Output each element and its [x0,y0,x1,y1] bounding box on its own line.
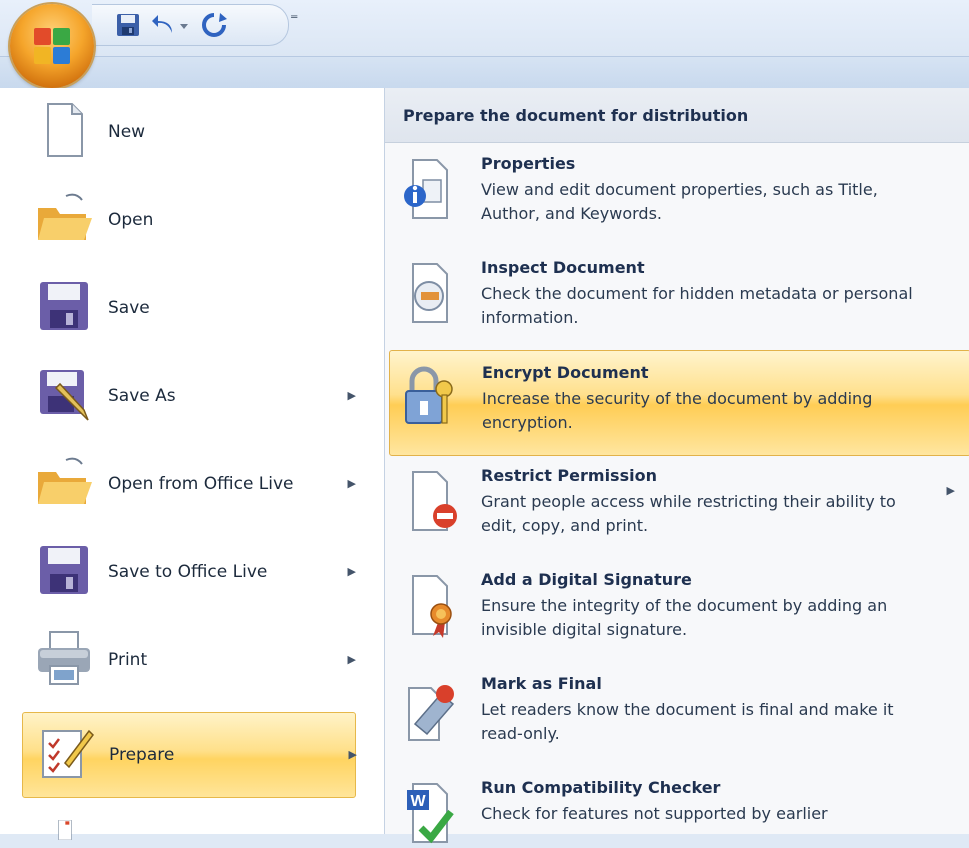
submenu-item-title: Properties [481,154,576,173]
submenu-item-title: Add a Digital Signature [481,570,692,589]
printer-icon [38,631,90,685]
office-button[interactable] [10,4,94,88]
undo-icon[interactable] [150,11,178,39]
submenu-item-run-compatibility-checker[interactable]: W Run Compatibility Checker Check for fe… [389,766,969,844]
submenu-item-description: Check for features not supported by earl… [481,804,828,823]
office-logo-icon [34,28,70,64]
menu-item-prepare[interactable]: Prepare ▶ [22,712,357,798]
restrict-permission-icon [412,471,457,531]
menu-item-label: Save As [108,386,176,406]
submenu-item-description: Let readers know the document is final a… [481,700,894,743]
properties-icon [404,159,448,219]
menu-item-partial[interactable] [22,806,354,840]
menu-item-open[interactable]: Open [22,178,354,262]
encrypt-lock-icon [405,366,453,424]
submenu-item-description: Grant people access while restricting th… [481,492,896,535]
submenu-item-properties[interactable]: Properties View and edit document proper… [389,142,969,246]
menu-item-save-to-office-live[interactable]: Save to Office Live ▶ [22,530,356,614]
quick-access-toolbar [92,4,289,46]
digital-signature-icon [412,575,452,638]
submenu-item-title: Encrypt Document [482,363,649,382]
save-icon [40,282,88,330]
submenu-item-add-digital-signature[interactable]: Add a Digital Signature Ensure the integ… [389,558,969,662]
submenu-arrow-icon: ▶ [347,389,356,402]
menu-item-label: Save [108,298,150,318]
save-icon[interactable] [114,11,142,39]
submenu-header-text: Prepare the document for distribution [403,106,749,125]
office-menu-commands: New Open Save Save As ▶ Open from Office… [0,88,385,840]
submenu-arrow-icon: ▶ [348,748,357,761]
submenu-arrow-icon: ▶ [347,477,356,490]
prepare-submenu: Prepare the document for distribution Pr… [385,88,969,844]
menu-item-new[interactable]: New [22,90,354,174]
submenu-item-description: Ensure the integrity of the document by … [481,596,888,639]
inspect-document-icon [412,263,448,323]
mark-final-icon [408,685,455,741]
menu-item-label: Open [108,210,154,230]
submenu-item-title: Run Compatibility Checker [481,778,721,797]
submenu-item-restrict-permission[interactable]: Restrict Permission Grant people access … [389,454,969,558]
submenu-item-title: Restrict Permission [481,466,657,485]
submenu-header: Prepare the document for distribution [385,88,969,143]
document-icon [58,820,72,840]
submenu-item-inspect-document[interactable]: Inspect Document Check the document for … [389,246,969,350]
svg-text:W: W [410,793,426,810]
menu-item-label: Print [108,650,148,670]
menu-item-save-as[interactable]: Save As ▶ [22,354,356,438]
submenu-arrow-icon: ▶ [946,484,955,497]
open-folder-icon [38,193,92,240]
menu-item-label: Save to Office Live [108,562,268,582]
menu-item-print[interactable]: Print ▶ [22,618,356,702]
redo-icon[interactable] [200,11,228,39]
submenu-arrow-icon: ▶ [347,565,356,578]
title-bar: ⁼ [0,0,969,97]
submenu-item-description: View and edit document properties, such … [481,180,878,223]
customize-qat-button[interactable]: ⁼ [290,10,298,29]
menu-item-open-from-office-live[interactable]: Open from Office Live ▶ [22,442,356,526]
submenu-item-description: Increase the security of the document by… [482,389,873,432]
undo-dropdown-icon[interactable] [176,11,192,39]
open-folder-icon [38,457,92,504]
menu-item-label: Open from Office Live [108,474,294,494]
submenu-item-mark-as-final[interactable]: Mark as Final Let readers know the docum… [389,662,969,766]
menu-item-save[interactable]: Save [22,266,354,350]
submenu-item-description: Check the document for hidden metadata o… [481,284,913,327]
new-document-icon [47,103,83,157]
submenu-arrow-icon: ▶ [347,653,356,666]
compatibility-checker-icon: W [407,783,454,844]
submenu-item-title: Inspect Document [481,258,645,277]
save-as-icon [40,370,89,421]
prepare-icon [42,729,94,778]
menu-item-label: New [108,122,146,142]
submenu-item-encrypt-document[interactable]: Encrypt Document Increase the security o… [389,350,969,456]
office-menu: New Open Save Save As ▶ Open from Office… [0,88,969,844]
save-icon [40,546,88,594]
submenu-item-title: Mark as Final [481,674,602,693]
menu-item-label: Prepare [109,745,175,765]
